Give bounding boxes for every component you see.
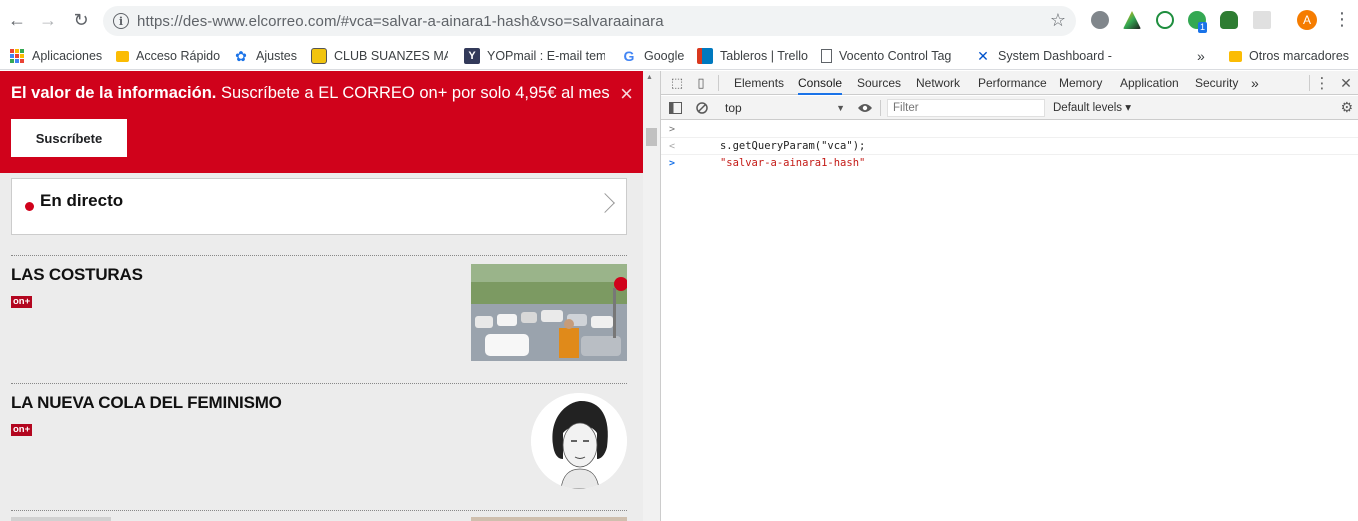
folder-icon [116,50,129,62]
console-toolbar: top ▼ Default levels ▾ ⚙ [661,96,1358,120]
clear-console-icon[interactable] [694,100,710,116]
live-widget[interactable]: En directo [11,178,627,235]
more-tabs-icon[interactable]: » [1251,71,1259,95]
divider [11,510,627,511]
address-bar[interactable]: i https://des-www.elcorreo.com/#vca=salv… [103,6,1076,36]
inspect-element-icon[interactable]: ⬚ [669,75,685,91]
devtools-panel: ⬚ ▯ Elements Console Sources Network Per… [660,71,1358,521]
browser-menu-icon[interactable]: ⋮ [1333,10,1351,28]
article-image[interactable] [471,264,627,361]
article-title[interactable]: LA NUEVA COLA DEL FEMINISMO [11,393,282,413]
console-settings-icon[interactable]: ⚙ [1340,99,1353,116]
banner-message: El valor de la información. Suscríbete a… [11,84,610,102]
trello-icon [697,48,713,64]
log-levels-dropdown[interactable]: Default levels ▾ [1053,99,1131,117]
profile-avatar[interactable]: A [1297,10,1317,30]
tab-elements[interactable]: Elements [734,71,784,95]
bookmark-vocento[interactable]: Vocento Control Tag [821,46,958,66]
bookmark-aplicaciones[interactable]: Aplicaciones [9,46,102,66]
bookmark-ajustes[interactable]: ✿ Ajustes [233,46,297,66]
article-title[interactable]: LAS COSTURAS [11,265,143,285]
tab-performance[interactable]: Performance [978,71,1047,95]
divider [11,255,627,256]
folder-icon [1229,50,1242,62]
tab-memory[interactable]: Memory [1059,71,1102,95]
bookmark-system-dashboard[interactable]: ✕ System Dashboard - [975,46,1112,66]
console-result-line: < "salvar-a-ainara1-hash" [661,138,1358,169]
chevron-right-icon[interactable] [595,193,615,213]
page-scrollbar-thumb[interactable] [646,128,657,146]
dropdown-caret-icon: ▼ [836,103,845,113]
article-title-partial [11,517,111,521]
devtools-tabbar: ⬚ ▯ Elements Console Sources Network Per… [661,71,1358,95]
context-select[interactable]: top ▼ [719,99,847,117]
sidebar-toggle-icon[interactable] [667,100,683,116]
onplus-badge: on+ [11,296,33,308]
device-toolbar-icon[interactable]: ▯ [693,75,709,91]
tab-application[interactable]: Application [1120,71,1179,95]
divider [11,383,627,384]
console-command-line: > s.getQueryParam("vca"); [661,121,1358,152]
live-dot-icon [25,202,34,211]
browser-toolbar: ← → ↻ i https://des-www.elcorreo.com/#vc… [0,0,1358,42]
bookmark-otros[interactable]: Otros marcadores [1229,46,1349,66]
divider [1309,75,1310,91]
jira-icon: ✕ [977,47,989,64]
article-image-partial [471,517,627,521]
live-label: En directo [40,191,124,210]
result-arrow-icon: < [669,141,676,152]
eye-icon[interactable] [857,100,873,116]
apps-grid-icon [9,48,25,64]
bookmarks-bar: Aplicaciones Acceso Rápido ✿ Ajustes CLU… [0,42,1358,70]
tab-security[interactable]: Security [1195,71,1238,95]
gear-icon: ✿ [235,47,247,64]
url-text[interactable]: https://des-www.elcorreo.com/#vca=salvar… [137,13,664,30]
extension-tree-icon[interactable] [1220,11,1238,29]
bookmark-club-suanzes[interactable]: CLUB SUANZES MAD [311,46,448,66]
extension-badge: 1 [1198,22,1208,33]
bookmark-star-icon[interactable]: ☆ [1050,10,1066,31]
club-logo-icon [311,48,327,64]
tab-console[interactable]: Console [798,71,843,95]
divider [718,75,719,91]
extension-drive-icon[interactable] [1123,11,1141,29]
console-output: > s.getQueryParam("vca"); < "salvar-a-aina… [661,121,1358,172]
console-filter-input[interactable] [887,99,1045,117]
extension-grey-icon[interactable] [1253,11,1271,29]
extension-bolt-icon[interactable] [1091,11,1109,29]
prompt-chevron-icon: > [669,124,676,135]
onplus-badge: on+ [11,424,33,436]
back-icon[interactable]: ← [6,9,28,31]
bookmark-trello[interactable]: Tableros | Trello [697,46,808,66]
author-portrait-image[interactable] [531,393,627,489]
devtools-menu-icon[interactable]: ⋮ [1314,75,1330,92]
bookmark-acceso-rapido[interactable]: Acceso Rápido [116,46,220,66]
site-info-icon[interactable]: i [113,13,129,29]
extension-r-icon[interactable] [1156,11,1174,29]
bookmark-yopmail[interactable]: Y YOPmail : E-mail tem [464,46,605,66]
divider [880,100,881,116]
google-icon: G [623,48,635,64]
scroll-up-arrow-icon[interactable]: ▲ [646,74,653,81]
reload-icon[interactable]: ↻ [70,9,92,31]
web-page: El valor de la información. Suscríbete a… [0,71,643,521]
close-icon[interactable]: × [620,83,633,105]
forward-icon[interactable]: → [37,9,59,31]
subscribe-button[interactable]: Suscríbete [11,119,127,157]
close-devtools-icon[interactable]: ✕ [1338,75,1354,91]
page-icon [821,49,832,63]
console-input-line[interactable]: > [661,155,1358,172]
tab-network[interactable]: Network [916,71,960,95]
bookmark-google[interactable]: G Google [621,46,685,66]
tab-sources[interactable]: Sources [857,71,901,95]
input-prompt-icon: > [669,158,676,169]
subscription-banner: El valor de la información. Suscríbete a… [0,71,643,173]
yopmail-icon: Y [464,48,480,64]
more-bookmarks-icon[interactable]: » [1197,46,1205,66]
